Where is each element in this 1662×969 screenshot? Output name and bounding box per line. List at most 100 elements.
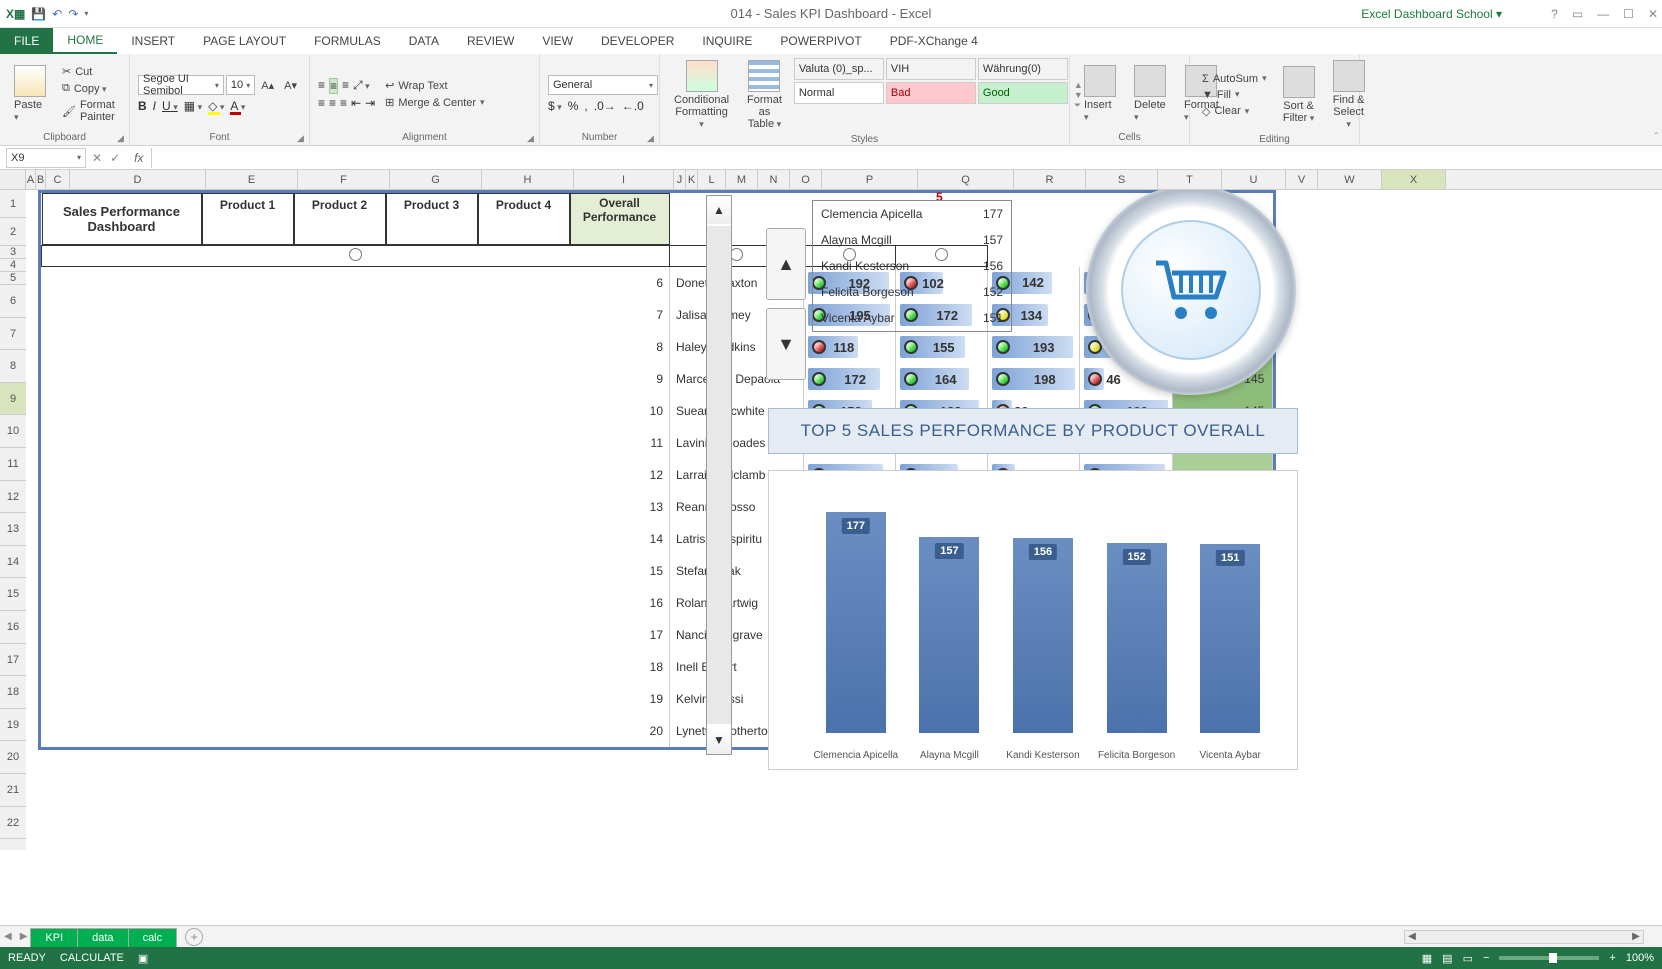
comma-format-button[interactable]: , xyxy=(584,99,587,113)
font-size-combo[interactable]: 10▾ xyxy=(226,75,255,95)
enter-formula-icon[interactable]: ✓ xyxy=(110,151,120,165)
col-header-C[interactable]: C xyxy=(46,170,70,189)
wrap-text-button[interactable]: ↩Wrap Text xyxy=(381,78,488,93)
col-header-V[interactable]: V xyxy=(1286,170,1318,189)
row-header-20[interactable]: 20 xyxy=(0,741,26,774)
row-header-17[interactable]: 17 xyxy=(0,644,26,677)
row-header-13[interactable]: 13 xyxy=(0,513,26,546)
formula-input[interactable] xyxy=(151,148,1662,168)
conditional-formatting-button[interactable]: Conditional Formatting xyxy=(668,58,735,132)
grid-area[interactable]: Sales Performance Dashboard Product 1 Pr… xyxy=(26,190,1662,850)
sheet-nav-first-icon[interactable]: ◀ xyxy=(0,931,16,942)
style-wahrung[interactable]: Währung(0) xyxy=(978,58,1068,80)
row-header-3[interactable]: 3 xyxy=(0,246,26,259)
row-header-18[interactable]: 18 xyxy=(0,676,26,709)
row-header-9[interactable]: 9 xyxy=(0,383,26,416)
tab-data[interactable]: DATA xyxy=(395,28,453,54)
new-sheet-button[interactable]: + xyxy=(185,928,203,946)
cancel-formula-icon[interactable]: ✕ xyxy=(92,151,102,165)
macro-record-icon[interactable]: ▣ xyxy=(138,952,148,965)
row-header-7[interactable]: 7 xyxy=(0,318,26,351)
percent-format-button[interactable]: % xyxy=(568,99,579,113)
decrease-decimal-button[interactable]: ←.0 xyxy=(622,99,644,113)
undo-icon[interactable]: ↶ xyxy=(52,7,62,21)
hscroll-right-icon[interactable]: ▶ xyxy=(1629,931,1643,942)
align-right-button[interactable]: ≡ xyxy=(340,96,347,110)
sign-in-name[interactable]: Excel Dashboard School ▾ xyxy=(1361,7,1502,21)
find-select-button[interactable]: Find & Select xyxy=(1327,58,1371,132)
col-header-R[interactable]: R xyxy=(1014,170,1086,189)
ribbon-options-icon[interactable]: ▭ xyxy=(1572,7,1583,21)
col-header-Q[interactable]: Q xyxy=(918,170,1014,189)
tab-inquire[interactable]: INQUIRE xyxy=(688,28,766,54)
col-header-L[interactable]: L xyxy=(698,170,726,189)
fill-button[interactable]: ▼Fill xyxy=(1198,88,1271,102)
underline-button[interactable]: U xyxy=(162,99,178,113)
select-all-corner[interactable] xyxy=(0,170,26,189)
align-left-button[interactable]: ≡ xyxy=(318,96,325,110)
view-page-break-icon[interactable]: ▭ xyxy=(1463,952,1473,965)
maximize-icon[interactable]: ☐ xyxy=(1623,7,1634,21)
font-family-combo[interactable]: Segoe UI Semibol▾ xyxy=(138,75,224,95)
zoom-out-icon[interactable]: − xyxy=(1483,952,1489,964)
col-header-T[interactable]: T xyxy=(1158,170,1222,189)
style-good[interactable]: Good xyxy=(978,82,1068,104)
row-header-21[interactable]: 21 xyxy=(0,774,26,807)
sheet-tab-kpi[interactable]: KPI xyxy=(30,928,78,948)
zoom-slider[interactable] xyxy=(1499,956,1599,960)
sheet-tab-data[interactable]: data xyxy=(77,928,128,948)
name-box[interactable]: X9▾ xyxy=(6,148,86,168)
tab-page-layout[interactable]: PAGE LAYOUT xyxy=(189,28,300,54)
col-header-X[interactable]: X xyxy=(1382,170,1446,189)
horizontal-scrollbar[interactable]: ◀ ▶ xyxy=(1404,930,1644,944)
orientation-button[interactable]: ⤢ xyxy=(353,78,370,94)
row-header-6[interactable]: 6 xyxy=(0,285,26,318)
merge-center-button[interactable]: ⊞Merge & Center xyxy=(381,95,488,110)
fx-icon[interactable]: fx xyxy=(134,151,143,165)
scroll-down-icon[interactable]: ▼ xyxy=(707,726,731,754)
format-painter-button[interactable]: 🖌Format Painter xyxy=(58,98,121,124)
row-header-4[interactable]: 4 xyxy=(0,259,26,272)
tab-formulas[interactable]: FORMULAS xyxy=(300,28,395,54)
row-header-12[interactable]: 12 xyxy=(0,481,26,514)
hscroll-left-icon[interactable]: ◀ xyxy=(1405,931,1419,942)
sort-filter-button[interactable]: Sort & Filter xyxy=(1277,58,1321,132)
spinner-up-button[interactable]: ▲ xyxy=(766,228,806,300)
scroll-track[interactable] xyxy=(707,226,731,724)
align-top-button[interactable]: ≡ xyxy=(318,78,325,94)
save-icon[interactable]: 💾 xyxy=(31,7,46,21)
autosum-button[interactable]: ΣAutoSum xyxy=(1198,72,1271,86)
grow-font-button[interactable]: A▴ xyxy=(257,75,278,95)
bold-button[interactable]: B xyxy=(138,99,147,113)
help-icon[interactable]: ? xyxy=(1551,7,1558,21)
col-header-F[interactable]: F xyxy=(298,170,390,189)
close-icon[interactable]: ✕ xyxy=(1648,7,1658,21)
style-vih[interactable]: VIH xyxy=(886,58,976,80)
col-header-U[interactable]: U xyxy=(1222,170,1286,189)
tab-file[interactable]: FILE xyxy=(0,28,53,54)
fill-color-button[interactable]: ◇ xyxy=(208,99,224,113)
col-header-J[interactable]: J xyxy=(674,170,686,189)
tab-insert[interactable]: INSERT xyxy=(117,28,189,54)
row-header-14[interactable]: 14 xyxy=(0,546,26,579)
align-middle-button[interactable]: ≡ xyxy=(329,78,338,94)
minimize-icon[interactable]: — xyxy=(1597,7,1609,21)
align-center-button[interactable]: ≡ xyxy=(329,96,336,110)
style-bad[interactable]: Bad xyxy=(886,82,976,104)
col-header-M[interactable]: M xyxy=(726,170,758,189)
col-header-W[interactable]: W xyxy=(1318,170,1382,189)
border-button[interactable]: ▦ xyxy=(184,99,202,113)
col-header-P[interactable]: P xyxy=(822,170,918,189)
dialog-launcher-icon[interactable]: ◢ xyxy=(647,133,657,143)
row-header-15[interactable]: 15 xyxy=(0,578,26,611)
dashboard-scrollbar[interactable]: ▲ ▼ xyxy=(706,195,732,755)
copy-button[interactable]: ⧉Copy xyxy=(58,81,121,96)
tab-home[interactable]: HOME xyxy=(53,28,117,54)
paste-button[interactable]: Paste xyxy=(8,58,52,130)
row-header-11[interactable]: 11 xyxy=(0,448,26,481)
col-header-H[interactable]: H xyxy=(482,170,574,189)
dialog-launcher-icon[interactable]: ◢ xyxy=(117,133,127,143)
font-color-button[interactable]: A xyxy=(230,99,245,113)
number-format-combo[interactable]: General▾ xyxy=(548,75,658,95)
sheet-tab-calc[interactable]: calc xyxy=(128,928,178,948)
